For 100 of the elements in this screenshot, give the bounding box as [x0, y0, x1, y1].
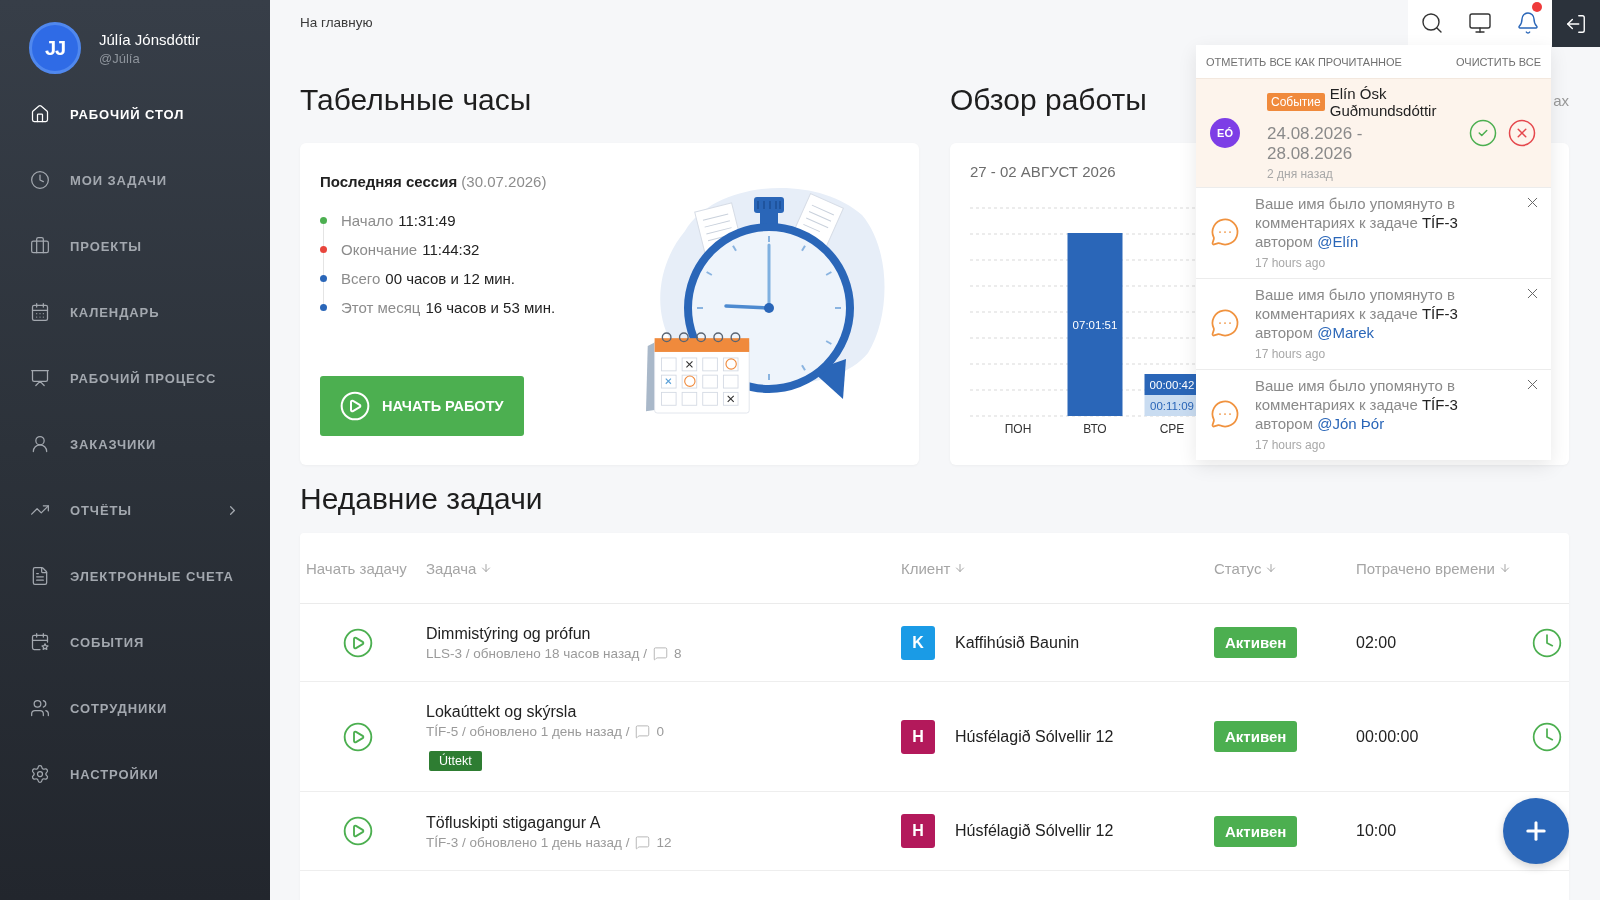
play-icon	[342, 626, 374, 659]
client-avatar: K	[901, 625, 935, 660]
day-label: ВТО	[1083, 422, 1107, 436]
mention-text: Ваше имя было упомянуто в комментариях к задаче TÍF-3 автором @Jón Þór	[1255, 376, 1459, 433]
notification-time: 2 дня назад	[1267, 167, 1333, 181]
settings-icon	[30, 764, 50, 784]
task-title[interactable]: Dimmistýring og prófun	[426, 624, 591, 644]
comment-count: 12	[656, 834, 672, 850]
task-meta: TÍF-3 / обновлено 1 день назад /	[426, 834, 630, 850]
event-dates: 24.08.2026 - 28.08.2026	[1267, 124, 1364, 164]
user-name: Júlía Jónsdóttir	[99, 30, 200, 48]
people-icon	[30, 698, 50, 718]
session-title: Последняя сессия (30.07.2026)	[320, 173, 547, 190]
author-link[interactable]: @Marek	[1317, 324, 1375, 341]
author-link[interactable]: @Elín	[1317, 233, 1359, 250]
task-meta: LLS-3 / обновлено 18 часов назад /	[426, 646, 647, 661]
task-row[interactable]: Töfluskipti stigagangur A TÍF-3 / обновлено 1 день назад / 12 H Húsfélagið Sólvellir 12 Активен 10:00	[300, 792, 1569, 871]
section-title: Обзор работы	[950, 82, 1147, 118]
entry-value: 11:31:49	[398, 212, 456, 229]
search-icon	[1420, 10, 1444, 35]
bar-value-label: 00:11:09	[1150, 399, 1194, 412]
task-title[interactable]: Lokaúttekt og skýrsla	[426, 702, 577, 722]
nav-item[interactable]: МОИ ЗАДАЧИ	[0, 147, 270, 213]
entry-label: Окончание	[341, 241, 418, 258]
start-task-button[interactable]	[342, 815, 374, 847]
sender-name: Elín Ósk Guðmundsdóttir	[1329, 85, 1438, 119]
clear-all-link[interactable]: ОЧИСТИТЬ ВСЕ	[1456, 55, 1541, 68]
bar-value-label: 07:01:51	[1072, 318, 1118, 331]
bell-icon	[1516, 10, 1540, 35]
play-icon	[342, 815, 374, 847]
nav-item[interactable]: РАБОЧИЙ ПРОЦЕСС	[0, 345, 270, 411]
comment-count: 8	[674, 646, 682, 661]
time-spent: 10:00	[1356, 822, 1397, 840]
comment-count: 0	[656, 724, 664, 739]
clock-icon	[1531, 626, 1563, 659]
user-handle: @Júlía	[99, 50, 141, 66]
comment-icon	[635, 724, 651, 739]
entry-label: Этот месяц	[341, 299, 421, 316]
user-avatar[interactable]: JJ	[29, 22, 81, 74]
task-row[interactable]: Lokaúttekt og skýrsla TÍF-5 / обновлено 1 день назад / 0 Úttekt H Húsfélagið Sólvellir 12 Активен 00:00:00	[300, 682, 1569, 792]
nav-item[interactable]: ОТЧЁТЫ	[0, 477, 270, 543]
person-icon	[30, 434, 50, 454]
close-icon	[1507, 118, 1537, 148]
logout-button[interactable]	[1552, 0, 1600, 47]
presentation-board-icon	[30, 368, 50, 388]
notification-time: 17 hours ago	[1255, 438, 1326, 452]
task-row[interactable]: Dimmistýring og prófun LLS-3 / обновлено 18 часов назад / 8 K Kaffihúsið Baunin Активен 02:00	[300, 604, 1569, 682]
task-meta: TÍF-5 / обновлено 1 день назад /	[426, 724, 630, 739]
nav-item[interactable]: ЗАКАЗЧИКИ	[0, 411, 270, 477]
briefcase-icon	[30, 236, 50, 256]
notification-time: 17 hours ago	[1255, 256, 1326, 270]
nav-item[interactable]: КАЛЕНДАРЬ	[0, 279, 270, 345]
comment-icon	[635, 834, 651, 850]
nav-item[interactable]: РАБОЧИЙ СТОЛ	[0, 81, 270, 147]
mark-all-read-link[interactable]: ОТМЕТИТЬ ВСЕ КАК ПРОЧИТАННОЕ	[1206, 55, 1402, 68]
client-avatar: H	[901, 814, 935, 848]
notification-time: 17 hours ago	[1255, 347, 1326, 361]
breadcrumb-link[interactable]: На главную	[300, 15, 373, 30]
clock-icon	[1531, 720, 1563, 753]
nav-item[interactable]: ЭЛЕКТРОННЫЕ СЧЕТА	[0, 543, 270, 609]
decline-button[interactable]	[1507, 118, 1537, 148]
status-badge: Активен	[1214, 721, 1298, 752]
time-spent: 00:00:00	[1356, 727, 1419, 746]
chat-bubble-icon	[1210, 399, 1240, 429]
chart-title: 27 - 02 АВГУСТ 2026	[970, 163, 1116, 180]
event-badge: Событие	[1267, 93, 1325, 111]
accept-button[interactable]	[1468, 118, 1498, 148]
nav-item[interactable]: СОБЫТИЯ	[0, 609, 270, 675]
mention-text: Ваше имя было упомянуто в комментариях к задаче TÍF-3 автором @Elín	[1255, 194, 1459, 251]
check-icon	[1468, 118, 1498, 148]
client-name: Kaffihúsið Baunin	[955, 633, 1080, 652]
section-title: Недавние задачи	[300, 481, 544, 517]
monitor-icon	[1468, 10, 1492, 35]
timer-button[interactable]	[1531, 626, 1563, 659]
mention-text: Ваше имя было упомянуто в комментариях к задаче TÍF-3 автором @Marek	[1255, 285, 1459, 342]
document-icon	[30, 566, 50, 586]
start-task-button[interactable]	[342, 720, 374, 753]
timer-button[interactable]	[1531, 720, 1563, 753]
chat-bubble-icon	[1210, 308, 1240, 338]
clock-icon	[30, 170, 50, 190]
day-label: ПОН	[1004, 422, 1032, 436]
calendar-icon	[30, 302, 50, 322]
nav-item[interactable]: ПРОЕКТЫ	[0, 213, 270, 279]
section-title: Табельные часы	[300, 82, 533, 118]
nav-item[interactable]: НАСТРОЙКИ	[0, 741, 270, 807]
client-name: Húsfélagið Sólvellir 12	[955, 822, 1114, 840]
play-icon	[339, 390, 371, 422]
entry-value: 11:44:32	[422, 241, 480, 258]
add-button[interactable]	[1503, 798, 1569, 864]
nav-item[interactable]: СОТРУДНИКИ	[0, 675, 270, 741]
chat-bubble-icon	[1210, 217, 1240, 247]
column-header: Начать задачу	[306, 559, 407, 577]
bar-value-label: 00:00:42	[1149, 378, 1195, 391]
comment-icon	[653, 646, 668, 661]
start-task-button[interactable]	[342, 626, 374, 659]
task-title[interactable]: Töfluskipti stigagangur A	[426, 812, 601, 833]
author-link[interactable]: @Jón Þór	[1317, 415, 1385, 432]
status-badge: Активен	[1214, 815, 1298, 847]
home-icon	[30, 104, 50, 124]
status-badge: Активен	[1214, 627, 1298, 658]
